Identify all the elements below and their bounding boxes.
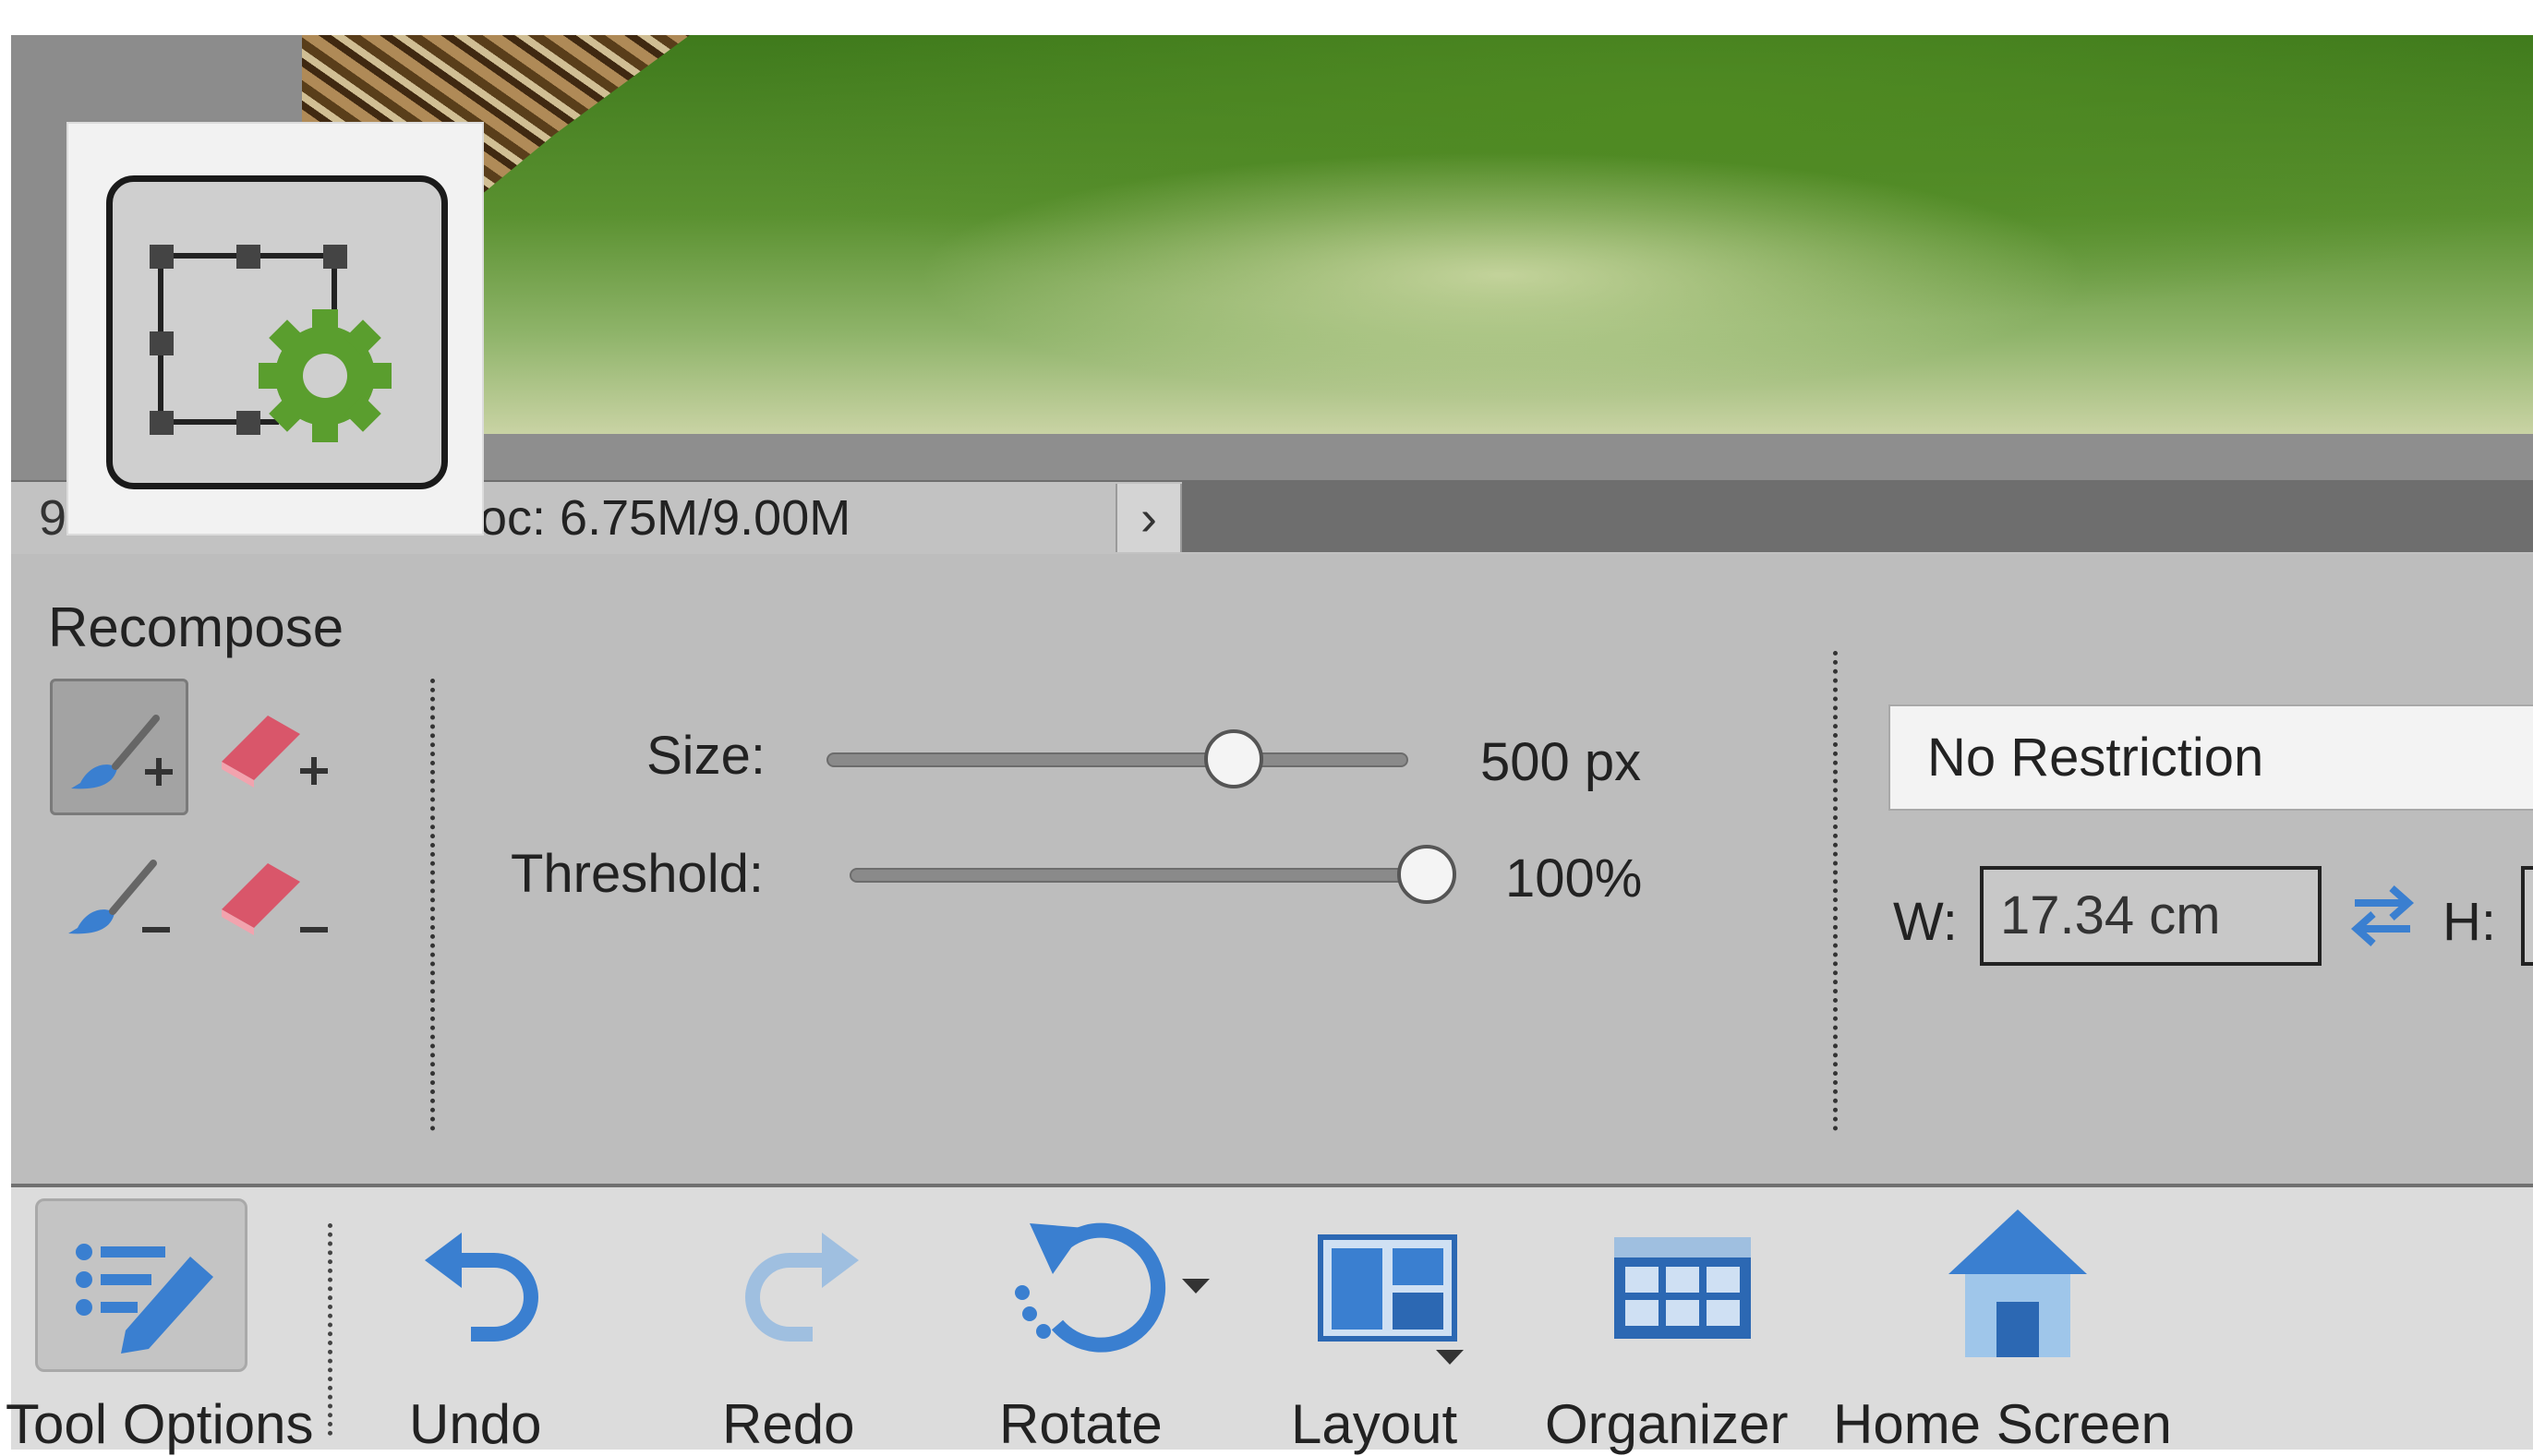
size-slider-track[interactable]: [826, 752, 1408, 767]
undo-label[interactable]: Undo: [409, 1392, 541, 1456]
remove-eraser-button[interactable]: [203, 826, 342, 963]
status-menu-arrow[interactable]: ›: [1116, 484, 1182, 552]
width-label: W:: [1893, 892, 1958, 952]
protect-eraser-button[interactable]: [203, 679, 342, 815]
tool-options-icon: [76, 1244, 213, 1354]
remove-eraser-icon: [222, 863, 328, 935]
swap-arrows-icon[interactable]: [2346, 877, 2419, 951]
threshold-value: 100%: [1505, 848, 1643, 908]
remove-brush-button[interactable]: [50, 826, 188, 963]
threshold-label: Threshold:: [511, 844, 765, 904]
protect-brush-button[interactable]: [50, 679, 188, 815]
home-screen-label[interactable]: Home Screen: [1833, 1392, 2172, 1456]
tool-options-label[interactable]: Tool Options: [6, 1392, 314, 1456]
toolbar-divider: [328, 1223, 332, 1436]
size-label: Size:: [646, 726, 766, 786]
tool-options-button[interactable]: [35, 1198, 247, 1372]
organizer-icon[interactable]: [1607, 1228, 1764, 1385]
protect-eraser-icon: [222, 716, 328, 788]
canvas-background-bottom: [302, 434, 2533, 480]
rotate-icon[interactable]: [1002, 1205, 1224, 1362]
rotate-label[interactable]: Rotate: [999, 1392, 1163, 1456]
width-field[interactable]: 17.34 cm: [1980, 866, 2322, 966]
panel-divider: [430, 679, 435, 1131]
recompose-tool-icon[interactable]: [106, 175, 448, 489]
height-label: H:: [2443, 892, 2496, 952]
undo-icon[interactable]: [406, 1209, 563, 1366]
threshold-slider-track[interactable]: [850, 868, 1427, 883]
restriction-dropdown[interactable]: No Restriction: [1888, 704, 2533, 811]
layout-icon[interactable]: [1311, 1228, 1468, 1385]
scroll-area: [1182, 482, 2533, 552]
size-value: 500 px: [1480, 732, 1642, 792]
organizer-label[interactable]: Organizer: [1545, 1392, 1788, 1456]
redo-label[interactable]: Redo: [722, 1392, 854, 1456]
photo-canvas[interactable]: [302, 35, 2533, 434]
size-slider-thumb[interactable]: [1204, 729, 1263, 788]
redo-icon[interactable]: [711, 1209, 868, 1366]
remove-brush-icon: [68, 860, 170, 934]
height-field[interactable]: [2521, 866, 2533, 966]
home-screen-icon[interactable]: [1939, 1205, 2096, 1362]
panel-divider: [1833, 651, 1838, 1131]
threshold-slider-thumb[interactable]: [1397, 845, 1456, 904]
panel-title: Recompose: [48, 596, 344, 658]
protect-brush-icon: [71, 715, 173, 789]
layout-label[interactable]: Layout: [1291, 1392, 1457, 1456]
document-size: Doc: 6.75M/9.00M: [443, 490, 851, 546]
